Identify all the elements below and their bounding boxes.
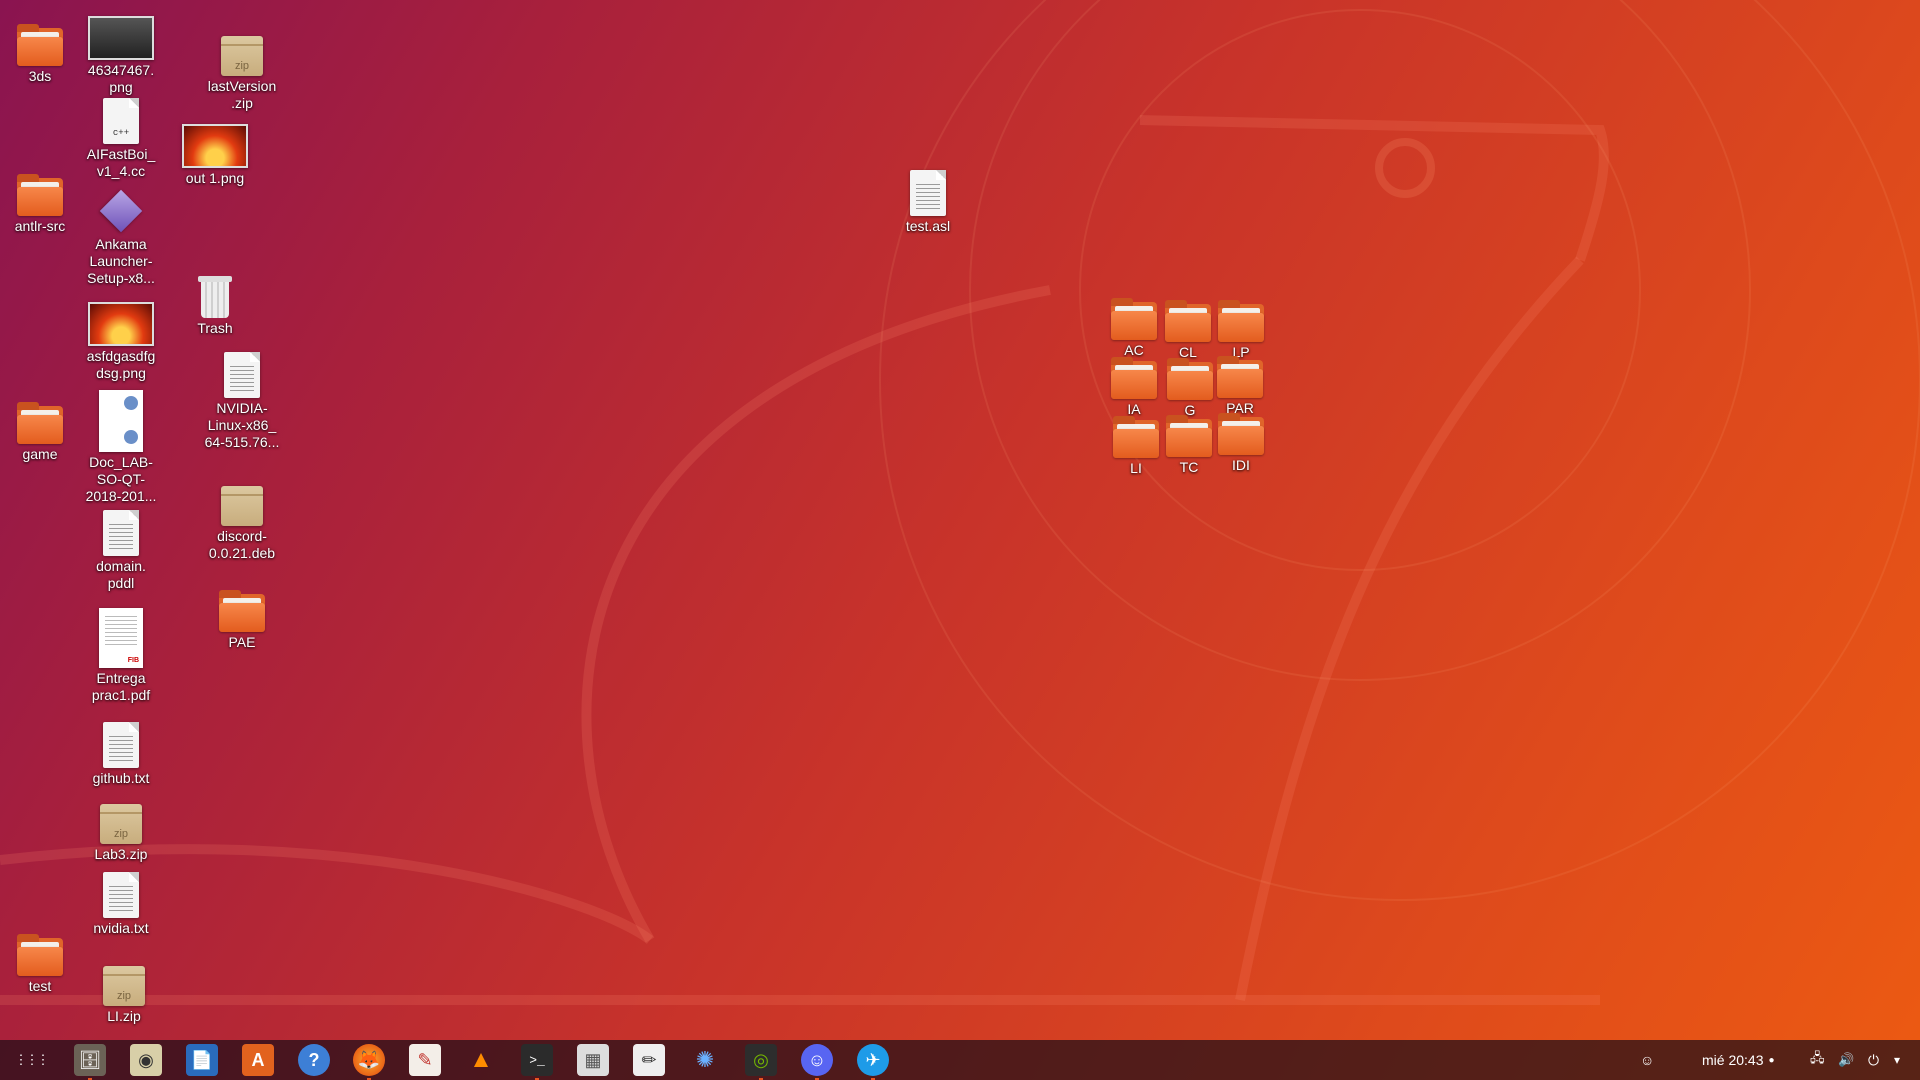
- icon-label: domain. pddl: [96, 558, 146, 591]
- tray-discord-icon[interactable]: ☺: [1640, 1040, 1654, 1080]
- desktop-icon-nvidia-run[interactable]: NVIDIA- Linux-x86_ 64-515.76...: [192, 342, 292, 451]
- desktop-icon-li-zip[interactable]: zip LI.zip: [74, 950, 174, 1025]
- desktop-icon-46347467-png[interactable]: 46347467. png: [71, 4, 171, 96]
- writer-icon[interactable]: 📄: [186, 1044, 218, 1076]
- files-icon[interactable]: 🗄: [74, 1044, 106, 1080]
- volume-icon[interactable]: 🔊: [1838, 1040, 1854, 1080]
- desktop-icon-doc-lab[interactable]: Doc_LAB- SO-QT- 2018-201...: [71, 386, 171, 505]
- desktop-icon-pae[interactable]: PAE: [192, 576, 292, 651]
- network-icon[interactable]: 🖧: [1810, 1040, 1825, 1080]
- text-file-icon: [103, 510, 139, 556]
- nvidia-settings-icon[interactable]: ◎: [745, 1044, 777, 1080]
- icon-label: LI.zip: [107, 1008, 141, 1024]
- pdf-icon: FIB: [99, 608, 143, 668]
- icon-label: IDI: [1232, 457, 1250, 473]
- calculator-icon[interactable]: ▦: [577, 1044, 609, 1076]
- shotwell-icon[interactable]: ✺: [689, 1044, 721, 1076]
- folder-icon: [1217, 356, 1263, 398]
- app-blue-icon[interactable]: ✈: [857, 1044, 889, 1080]
- rhythmbox-icon[interactable]: ◉: [130, 1044, 162, 1076]
- icon-label: lastVersion .zip: [207, 78, 277, 111]
- power-icon[interactable]: ⏻: [1868, 1040, 1879, 1080]
- icon-label: out 1.png: [185, 170, 245, 186]
- text-file-icon: [910, 170, 946, 216]
- desktop-icon-out1-png[interactable]: out 1.png: [165, 112, 265, 187]
- discord-icon[interactable]: ☺: [801, 1044, 833, 1080]
- desktop-icon-idi[interactable]: IDI: [1191, 401, 1291, 474]
- desktop-icon-github-txt[interactable]: github.txt: [71, 712, 171, 787]
- desktop-icon-discord-deb[interactable]: discord- 0.0.21.deb: [192, 470, 292, 562]
- icon-label: Entrega prac1.pdf: [91, 670, 151, 703]
- folder-icon: [17, 24, 63, 66]
- image-thumbnail-icon: [88, 16, 154, 60]
- clock[interactable]: mié 20:43 ●: [1702, 1040, 1775, 1080]
- desktop-icon-domain-pddl[interactable]: domain. pddl: [71, 500, 171, 592]
- software-center-icon[interactable]: A: [242, 1044, 274, 1076]
- icon-label: github.txt: [92, 770, 150, 786]
- desktop-icon-test-asl[interactable]: test.asl: [878, 160, 978, 235]
- show-applications-icon[interactable]: ⋮⋮⋮: [15, 1044, 50, 1076]
- icon-label: Lab3.zip: [94, 846, 148, 862]
- document-icon: [99, 390, 143, 452]
- text-file-icon: [224, 352, 260, 398]
- package-icon: [221, 486, 263, 526]
- desktop-icon-entrega-pdf[interactable]: FIB Entrega prac1.pdf: [71, 604, 171, 704]
- image-thumbnail-icon: [88, 302, 154, 346]
- appimage-icon: [99, 189, 143, 233]
- vlc-icon[interactable]: ▲: [465, 1044, 497, 1076]
- icon-label: PAE: [228, 634, 256, 650]
- terminal-icon[interactable]: >_: [521, 1044, 553, 1080]
- icon-label: NVIDIA- Linux-x86_ 64-515.76...: [204, 400, 280, 450]
- zip-archive-icon: zip: [103, 966, 145, 1006]
- desktop-icon-lab3-zip[interactable]: zip Lab3.zip: [71, 788, 171, 863]
- zip-archive-icon: zip: [100, 804, 142, 844]
- icon-label: test.asl: [905, 218, 951, 234]
- folder-icon: [17, 934, 63, 976]
- folder-icon: [17, 402, 63, 444]
- system-menu-chevron-down-icon[interactable]: ▾: [1894, 1040, 1900, 1080]
- folder-icon: [17, 174, 63, 216]
- cpp-source-icon: c++: [103, 98, 139, 144]
- icon-label: asfdgasdfg dsg.png: [86, 348, 156, 381]
- icon-label: Trash: [197, 320, 233, 336]
- desktop-icon-trash[interactable]: Trash: [165, 262, 265, 337]
- text-file-icon: [103, 722, 139, 768]
- image-thumbnail-icon: [182, 124, 248, 168]
- icon-label: discord- 0.0.21.deb: [208, 528, 276, 561]
- folder-icon: [1218, 300, 1264, 342]
- zip-archive-icon: zip: [221, 36, 263, 76]
- folder-icon: [219, 590, 265, 632]
- desktop-icon-ankama-launcher[interactable]: Ankama Launcher- Setup-x8...: [71, 178, 171, 287]
- icon-label: Ankama Launcher- Setup-x8...: [87, 236, 155, 286]
- help-icon[interactable]: ?: [298, 1044, 330, 1076]
- folder-icon: [1218, 413, 1264, 455]
- document-viewer-icon[interactable]: ✎: [409, 1044, 441, 1076]
- desktop-icon-lastversion-zip[interactable]: zip lastVersion .zip: [192, 20, 292, 112]
- icon-label: Doc_LAB- SO-QT- 2018-201...: [85, 454, 157, 504]
- desktop-icon-asfdgasdfg-png[interactable]: asfdgasdfg dsg.png: [71, 290, 171, 382]
- firefox-icon[interactable]: 🦊: [353, 1044, 385, 1080]
- trash-icon: [198, 276, 232, 318]
- text-file-icon: [103, 872, 139, 918]
- text-editor-icon[interactable]: ✏: [633, 1044, 665, 1076]
- taskbar: ⋮⋮⋮ 🗄 ◉ 📄 A ? 🦊 ✎ ▲ >_ ▦ ✏ ✺ ◎ ☺ ✈ ☺ mié…: [0, 1040, 1920, 1080]
